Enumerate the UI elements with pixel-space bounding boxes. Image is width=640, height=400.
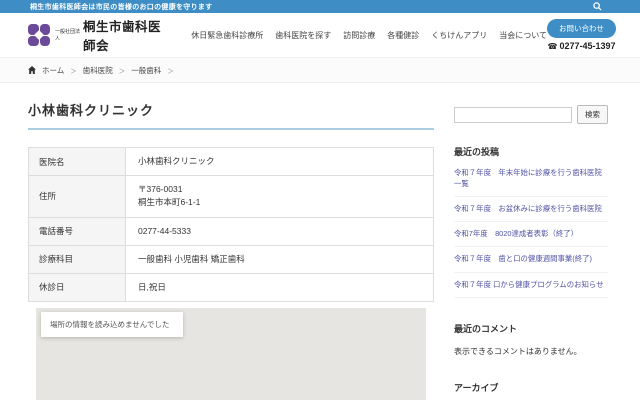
row-value: 日,祝日 — [126, 273, 434, 301]
nav-item-emergency[interactable]: 休日緊急歯科診療所 — [191, 30, 263, 41]
site-tagline: 桐生市歯科医師会は市民の皆様のお口の健康を守ります — [30, 2, 213, 12]
street-address: 桐生市本町6-1-1 — [138, 196, 421, 209]
phone-icon: ☎ — [547, 42, 557, 51]
table-row: 住所 〒376-0031 桐生市本町6-1-1 — [29, 176, 434, 217]
site-logo[interactable]: 一般社団法人 桐生市歯科医師会 — [28, 16, 173, 54]
row-label: 医院名 — [29, 148, 126, 176]
phone-number-text: 0277-45-1397 — [559, 41, 615, 51]
site-title: 桐生市歯科医師会 — [83, 16, 173, 54]
post-link-obon[interactable]: 令和７年度 お盆休みに診療を行う歯科医院 — [454, 197, 608, 222]
row-value: 〒376-0031 桐生市本町6-1-1 — [126, 176, 434, 217]
search-input[interactable] — [454, 107, 572, 123]
nav-item-find-clinic[interactable]: 歯科医院を探す — [275, 30, 331, 41]
row-label: 電話番号 — [29, 217, 126, 245]
recent-posts-heading: 最近の投稿 — [454, 145, 608, 158]
search-button[interactable]: 検索 — [577, 105, 608, 124]
logo-icon — [28, 24, 50, 46]
nav-item-about[interactable]: 当会について — [499, 30, 547, 41]
row-value: 小林歯科クリニック — [126, 148, 434, 176]
breadcrumb-general-dentistry[interactable]: 一般歯科 — [131, 65, 161, 76]
post-link-health-program[interactable]: 令和７年度 口から健康プログラムのお知らせ — [454, 273, 608, 298]
table-row: 休診日 日,祝日 — [29, 273, 434, 301]
row-value: 0277-44-5333 — [126, 217, 434, 245]
nav-item-visit-care[interactable]: 訪問診療 — [343, 30, 375, 41]
phone-number[interactable]: ☎ 0277-45-1397 — [547, 41, 615, 51]
nav-item-checkups[interactable]: 各種健診 — [387, 30, 419, 41]
main-area: 小林歯科クリニック 医院名 小林歯科クリニック 住所 〒376-0031 桐生市… — [0, 83, 640, 400]
map-error-tooltip: 場所の情報を読み込めませんでした — [41, 312, 183, 337]
post-link-8020[interactable]: 令和7年度 8020達成者表彰（終了） — [454, 222, 608, 247]
clinic-info-table: 医院名 小林歯科クリニック 住所 〒376-0031 桐生市本町6-1-1 電話… — [28, 147, 434, 302]
nav-item-app[interactable]: くちけんアプリ — [431, 30, 487, 41]
org-type-label: 一般社団法人 — [55, 28, 81, 42]
sidebar: 検索 最近の投稿 令和７年度 年末年始に診療を行う歯科医院一覧 令和７年度 お盆… — [454, 100, 608, 400]
post-link-health-week[interactable]: 令和７年度 歯と口の健康週間事業(終了) — [454, 247, 608, 272]
main-nav: 休日緊急歯科診療所 歯科医院を探す 訪問診療 各種健診 くちけんアプリ 当会につ… — [191, 30, 547, 41]
top-announcement-bar: 桐生市歯科医師会は市民の皆様のお口の健康を守ります — [0, 0, 640, 13]
contact-button[interactable]: お問い合わせ — [547, 19, 616, 38]
clinic-detail: 小林歯科クリニック 医院名 小林歯科クリニック 住所 〒376-0031 桐生市… — [28, 100, 434, 400]
table-row: 電話番号 0277-44-5333 — [29, 217, 434, 245]
archive-heading: アーカイブ — [454, 381, 608, 394]
map-embed: 場所の情報を読み込めませんでした — [36, 308, 426, 400]
chevron-separator-icon: ＞ — [70, 65, 77, 75]
recent-comments-heading: 最近のコメント — [454, 322, 608, 335]
chevron-separator-icon: ＞ — [167, 65, 174, 75]
postal-code: 〒376-0031 — [138, 183, 421, 196]
no-comments-text: 表示できるコメントはありません。 — [454, 346, 608, 357]
title-underline — [28, 128, 434, 130]
page-title: 小林歯科クリニック — [28, 100, 434, 119]
home-icon — [28, 66, 36, 74]
site-header: 一般社団法人 桐生市歯科医師会 休日緊急歯科診療所 歯科医院を探す 訪問診療 各… — [0, 13, 640, 57]
row-label: 住所 — [29, 176, 126, 217]
chevron-separator-icon: ＞ — [119, 65, 126, 75]
breadcrumb-dental-clinics[interactable]: 歯科医院 — [83, 65, 113, 76]
search-icon[interactable] — [593, 2, 602, 11]
post-link-nenmatsu[interactable]: 令和７年度 年末年始に診療を行う歯科医院一覧 — [454, 161, 608, 197]
table-row: 医院名 小林歯科クリニック — [29, 148, 434, 176]
sidebar-search: 検索 — [454, 105, 608, 124]
row-label: 診療科目 — [29, 245, 126, 273]
breadcrumb-home[interactable]: ホーム — [42, 65, 64, 76]
recent-posts-list: 令和７年度 年末年始に診療を行う歯科医院一覧 令和７年度 お盆休みに診療を行う歯… — [454, 161, 608, 298]
row-value: 一般歯科 小児歯科 矯正歯科 — [126, 245, 434, 273]
header-contact: お問い合わせ ☎ 0277-45-1397 — [547, 19, 616, 51]
breadcrumb: ホーム ＞ 歯科医院 ＞ 一般歯科 ＞ — [0, 57, 640, 83]
row-label: 休診日 — [29, 273, 126, 301]
table-row: 診療科目 一般歯科 小児歯科 矯正歯科 — [29, 245, 434, 273]
